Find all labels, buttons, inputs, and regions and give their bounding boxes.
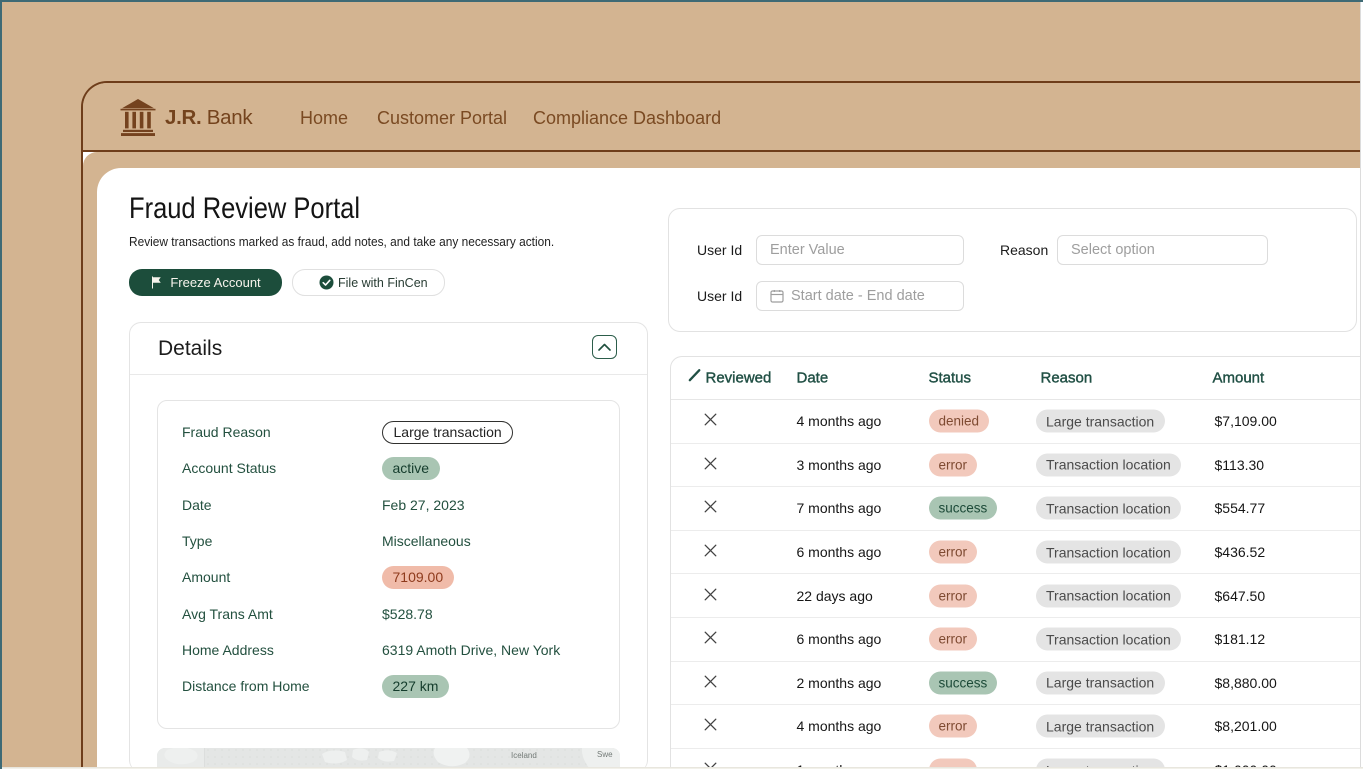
- svg-text:Iceland: Iceland: [511, 751, 537, 760]
- svg-text:Swe: Swe: [597, 750, 613, 759]
